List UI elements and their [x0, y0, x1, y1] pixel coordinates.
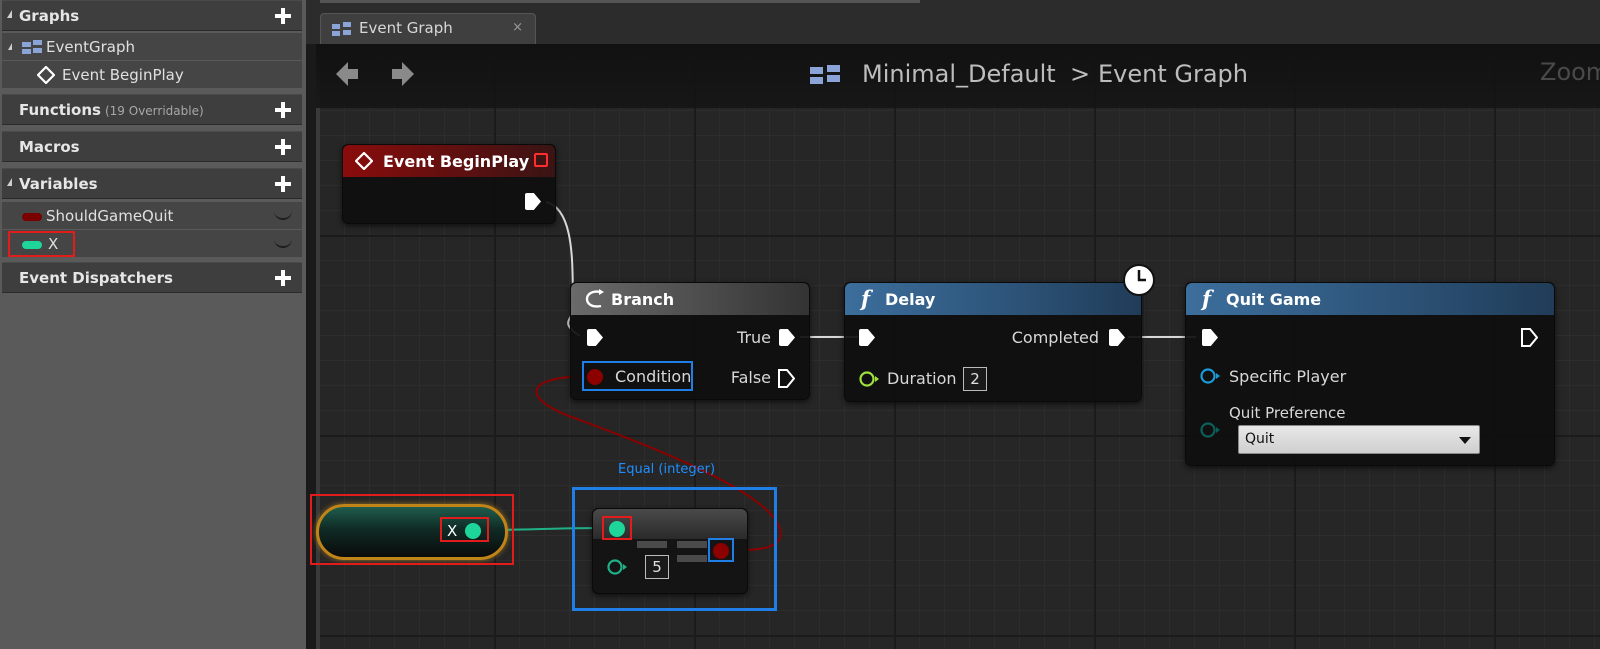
- equal-node-caption: Equal (integer): [618, 462, 716, 477]
- annotation-blue-box: [582, 361, 693, 391]
- delegate-pin-icon[interactable]: [534, 153, 548, 167]
- int-b-pin[interactable]: [607, 558, 629, 576]
- object-pin[interactable]: [1200, 367, 1222, 385]
- quit-preference-value: Quit: [1245, 431, 1275, 447]
- node-title: Delay: [885, 290, 936, 309]
- annotation-red-box: [440, 517, 489, 542]
- node-event-beginplay[interactable]: Event BeginPlay: [342, 144, 556, 224]
- exec-in-pin[interactable]: [1202, 329, 1218, 346]
- node-title: Quit Game: [1226, 290, 1322, 309]
- exec-true-pin[interactable]: [779, 329, 795, 346]
- true-label: True: [737, 328, 771, 347]
- event-diamond-icon: [355, 152, 373, 170]
- node-quit-game[interactable]: f Quit Game Specific Player Quit Prefere…: [1185, 282, 1555, 466]
- specific-player-label: Specific Player: [1229, 367, 1347, 386]
- quit-preference-dropdown[interactable]: Quit: [1238, 425, 1480, 454]
- float-pin[interactable]: [859, 370, 879, 388]
- function-icon: f: [1202, 286, 1212, 311]
- blueprint-editor: Graphs EventGraph Event BeginPlay Functi…: [0, 0, 1600, 649]
- annotation-red-box: [602, 516, 632, 540]
- exec-out-pin[interactable]: [1521, 328, 1538, 347]
- node-title: Event BeginPlay: [383, 152, 530, 171]
- b-value-input[interactable]: 5: [645, 555, 669, 579]
- exec-in-pin[interactable]: [859, 329, 875, 346]
- completed-label: Completed: [1011, 328, 1099, 347]
- quit-preference-label: Quit Preference: [1229, 404, 1346, 422]
- duration-input[interactable]: 2: [963, 367, 987, 391]
- exec-completed-pin[interactable]: [1109, 329, 1125, 346]
- node-delay[interactable]: f Delay Completed Duration 2: [844, 282, 1142, 402]
- duration-label: Duration: [887, 369, 957, 388]
- branch-icon: [585, 289, 604, 308]
- exec-false-pin[interactable]: [778, 369, 795, 388]
- chevron-down-icon: [1459, 437, 1471, 444]
- false-label: False: [730, 368, 771, 387]
- latent-clock-icon: [1123, 264, 1155, 296]
- equals-glyph-bar: [677, 541, 707, 548]
- exec-in-pin[interactable]: [587, 329, 603, 346]
- byte-pin[interactable]: [1200, 421, 1222, 439]
- exec-out-pin[interactable]: [525, 193, 541, 210]
- function-icon: f: [861, 286, 871, 311]
- equals-glyph-bar: [677, 555, 707, 562]
- node-title: Branch: [611, 290, 675, 309]
- annotation-blue-box: [708, 538, 734, 562]
- equals-glyph-bar: [637, 541, 667, 548]
- node-header: [571, 283, 809, 315]
